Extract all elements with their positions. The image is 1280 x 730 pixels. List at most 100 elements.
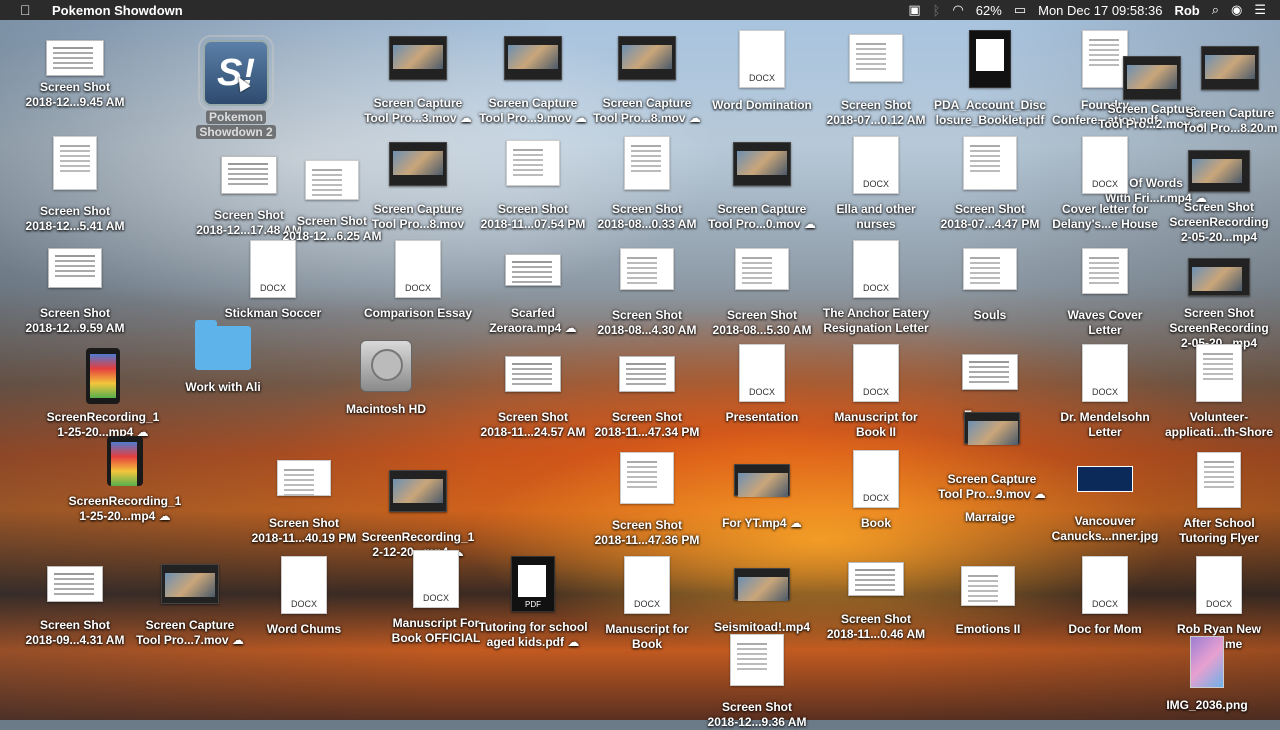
desktop-icon-screenshot[interactable]: Screen Shot 2018-09...4.31 AM: [15, 566, 135, 648]
desktop-icon-screenshot[interactable]: Emotions II: [928, 566, 1048, 637]
desktop-icon-screenshot[interactable]: Screen Shot 2018-11...40.19 PM: [244, 460, 364, 546]
desktop-icon-document[interactable]: DOCX Word Chums: [244, 556, 364, 637]
wifi-icon[interactable]: ◠: [952, 2, 963, 18]
screenshot-thumbnail: [221, 156, 277, 194]
docx-tag: DOCX: [259, 283, 286, 293]
battery-percent[interactable]: 62%: [976, 3, 1002, 18]
screen-recorder-icon[interactable]: ▣: [908, 2, 920, 18]
desktop-icon-image[interactable]: Vancouver Canucks...nner.jpg: [1045, 466, 1165, 544]
spotlight-search-icon[interactable]: ⌕: [1212, 2, 1219, 18]
desktop-icon-video[interactable]: Screen Capture Tool Pro...0.mov ☁: [702, 142, 822, 232]
desktop-icon-macintosh-hd[interactable]: Macintosh HD: [326, 340, 446, 417]
folder-icon: [195, 320, 251, 370]
desktop-icon-video[interactable]: Screen Capture Tool Pro...9.mov ☁: [932, 412, 1052, 502]
desktop-icon-screenshot[interactable]: Waves Cover Letter: [1045, 248, 1165, 338]
icon-label: Souls: [973, 308, 1007, 322]
desktop-icon-video[interactable]: For YT.mp4 ☁: [702, 464, 822, 531]
icon-label: Canucks...nner.jpg: [1051, 529, 1159, 543]
icon-label: 2018-09...4.31 AM: [25, 633, 125, 647]
desktop-icon-document[interactable]: DOCX Stickman Soccer: [213, 240, 333, 321]
desktop-icon-pdf[interactable]: PDA_Account_Disc losure_Booklet.pdf: [930, 30, 1050, 128]
icon-label: 2018-07...4.47 PM: [940, 217, 1040, 231]
desktop-icon-document[interactable]: DOCX Word Domination: [702, 30, 822, 113]
active-app-name[interactable]: Pokemon Showdown: [52, 3, 183, 18]
desktop-icon-screen-recording[interactable]: ScreenRecording_1 1-25-20...mp4 ☁: [65, 436, 185, 524]
docx-tag: DOCX: [1091, 599, 1118, 609]
icon-label: Letter: [1088, 323, 1122, 337]
desktop-icon-document[interactable]: DOCX Manuscript for Book II: [816, 344, 936, 440]
desktop-icon-video[interactable]: Seismitoad!.mp4: [702, 568, 822, 635]
icon-label: Cover letter for: [1061, 202, 1149, 216]
desktop-icon-document[interactable]: DOCX Cover letter for Delany's...e House: [1045, 136, 1165, 232]
desktop-icon-screenshot[interactable]: Screen Shot 2018-08...5.30 AM: [702, 248, 822, 338]
icon-label: Screen Shot: [611, 308, 683, 322]
icon-label: Screen Capture: [488, 96, 578, 110]
desktop-icon-screenshot[interactable]: Screen Shot 2018-11...47.34 PM: [587, 356, 707, 440]
desktop-icon-screenshot[interactable]: Screen Shot 2018-08...0.33 AM: [587, 136, 707, 232]
desktop-icon-screenshot[interactable]: Screen Shot 2018-12...9.59 AM: [15, 248, 135, 336]
clock[interactable]: Mon Dec 17 09:58:36: [1038, 3, 1162, 18]
siri-icon[interactable]: ◉: [1231, 2, 1242, 18]
desktop-icon-document[interactable]: DOCX Comparison Essay: [358, 240, 478, 321]
icon-label: Macintosh HD: [345, 402, 426, 416]
desktop-icon-screenshot[interactable]: Screen Shot 2018-12...9.45 AM: [15, 40, 135, 110]
desktop-icon-document[interactable]: DOCX Dr. Mendelsohn Letter: [1045, 344, 1165, 440]
desktop-icon-pdf[interactable]: PDF Tutoring for school aged kids.pdf ☁: [473, 556, 593, 650]
desktop-icon-video[interactable]: Screen Capture Tool Pro...9.mov ☁: [473, 36, 593, 126]
desktop-icon-video[interactable]: Screen Shot ScreenRecording 2-05-20...mp4: [1159, 258, 1279, 351]
desktop-icon-screenshot[interactable]: Screen Shot 2018-08...4.30 AM: [587, 248, 707, 338]
desktop-icon-screen-recording[interactable]: ScreenRecording_12-12-20...mp4 ☁: [358, 470, 478, 560]
desktop-icon-screenshot[interactable]: Screen Shot 2018-11...0.46 AM: [816, 562, 936, 642]
docx-file-icon: DOCX: [250, 240, 296, 298]
desktop-icon-screen-recording[interactable]: ScreenRecording_1 1-25-20...mp4 ☁: [43, 348, 163, 440]
icon-label: Zeraora.mp4 ☁: [489, 321, 577, 335]
desktop-icon-screenshot[interactable]: Marraige: [930, 500, 1050, 525]
desktop-icon-video[interactable]: Screen Shot ScreenRecording 2-05-20...mp4: [1159, 150, 1279, 245]
desktop-icon-pokemon-showdown-app[interactable]: S! Pokemon Showdown 2: [176, 35, 296, 140]
desktop-icon-document[interactable]: DOCX Manuscript for Book: [587, 556, 707, 652]
desktop-icon-screenshot[interactable]: Screen Shot 2018-11...24.57 AM: [473, 356, 593, 440]
desktop-icon-screenshot[interactable]: Screen Shot 2018-07...0.12 AM: [816, 34, 936, 128]
desktop-icon-screenshot[interactable]: Screen Shot 2018-11...47.36 PM: [587, 452, 707, 548]
video-thumbnail: [389, 470, 447, 512]
notification-center-icon[interactable]: ☰: [1254, 2, 1266, 18]
video-thumbnail: [389, 142, 447, 186]
desktop-icon-video[interactable]: Screen Capture Tool Pro...3.mov ☁: [358, 36, 478, 126]
desktop-icon-document[interactable]: DOCX Doc for Mom: [1045, 556, 1165, 637]
icon-label: Screen Shot: [721, 700, 793, 714]
apple-menu-icon[interactable]: : [20, 2, 38, 18]
docx-file-icon: DOCX: [624, 556, 670, 614]
desktop-icon-screenshot[interactable]: Screen Shot 2018-11...07.54 PM: [473, 140, 593, 232]
icon-label: Tutoring Flyer: [1179, 531, 1259, 545]
desktop-icon-document[interactable]: DOCX Book: [816, 450, 936, 531]
bluetooth-icon[interactable]: ᛒ: [933, 3, 941, 18]
desktop-icon-video[interactable]: Scarfed Zeraora.mp4 ☁: [473, 254, 593, 336]
icon-label: Volunteer-: [1189, 410, 1249, 424]
desktop-icon-folder[interactable]: Work with Ali: [163, 320, 283, 395]
icon-label: Vancouver: [1074, 514, 1136, 528]
desktop-icon-video[interactable]: Screen Capture Tool Pro...8.20.m: [1170, 46, 1280, 136]
desktop-icon-screenshot[interactable]: Screen Shot 2018-12...9.36 AM: [697, 634, 817, 730]
screenshot-thumbnail: [620, 248, 674, 290]
desktop-icon-video[interactable]: Screen Capture Tool Pro...8.mov: [358, 142, 478, 232]
icon-label: Screen Shot: [39, 204, 111, 218]
desktop-icon-document[interactable]: DOCX Ella and other nurses: [816, 136, 936, 232]
desktop-icon-document[interactable]: DOCX Presentation: [702, 344, 822, 425]
video-thumbnail: [733, 142, 791, 186]
desktop-icon-video[interactable]: Screen Capture Tool Pro...8.mov ☁: [587, 36, 707, 126]
desktop-icon-screenshot[interactable]: Screen Shot 2018-07...4.47 PM: [930, 136, 1050, 232]
icon-label: 2018-12...9.45 AM: [25, 95, 125, 109]
user-name[interactable]: Rob: [1174, 3, 1199, 18]
desktop-icon-document[interactable]: Volunteer-applicati...th-Shore: [1159, 344, 1279, 440]
desktop-icon-screenshot[interactable]: Screen Shot 2018-12...5.41 AM: [15, 136, 135, 234]
desktop-icon-document[interactable]: After School Tutoring Flyer: [1159, 452, 1279, 546]
desktop-icon-screenshot[interactable]: Souls: [930, 248, 1050, 323]
desktop-icon-video[interactable]: Screen Capture Tool Pro...7.mov ☁: [130, 564, 250, 648]
video-thumbnail: [505, 254, 561, 286]
docx-file-icon: DOCX: [853, 240, 899, 298]
icon-label: 2-05-20...mp4: [1180, 230, 1258, 244]
battery-icon[interactable]: ▭: [1014, 2, 1026, 18]
desktop-icon-image[interactable]: IMG_2036.png: [1147, 636, 1267, 713]
screenshot-thumbnail: [46, 40, 104, 76]
desktop-icon-document[interactable]: DOCX The Anchor Eatery Resignation Letter: [816, 240, 936, 336]
